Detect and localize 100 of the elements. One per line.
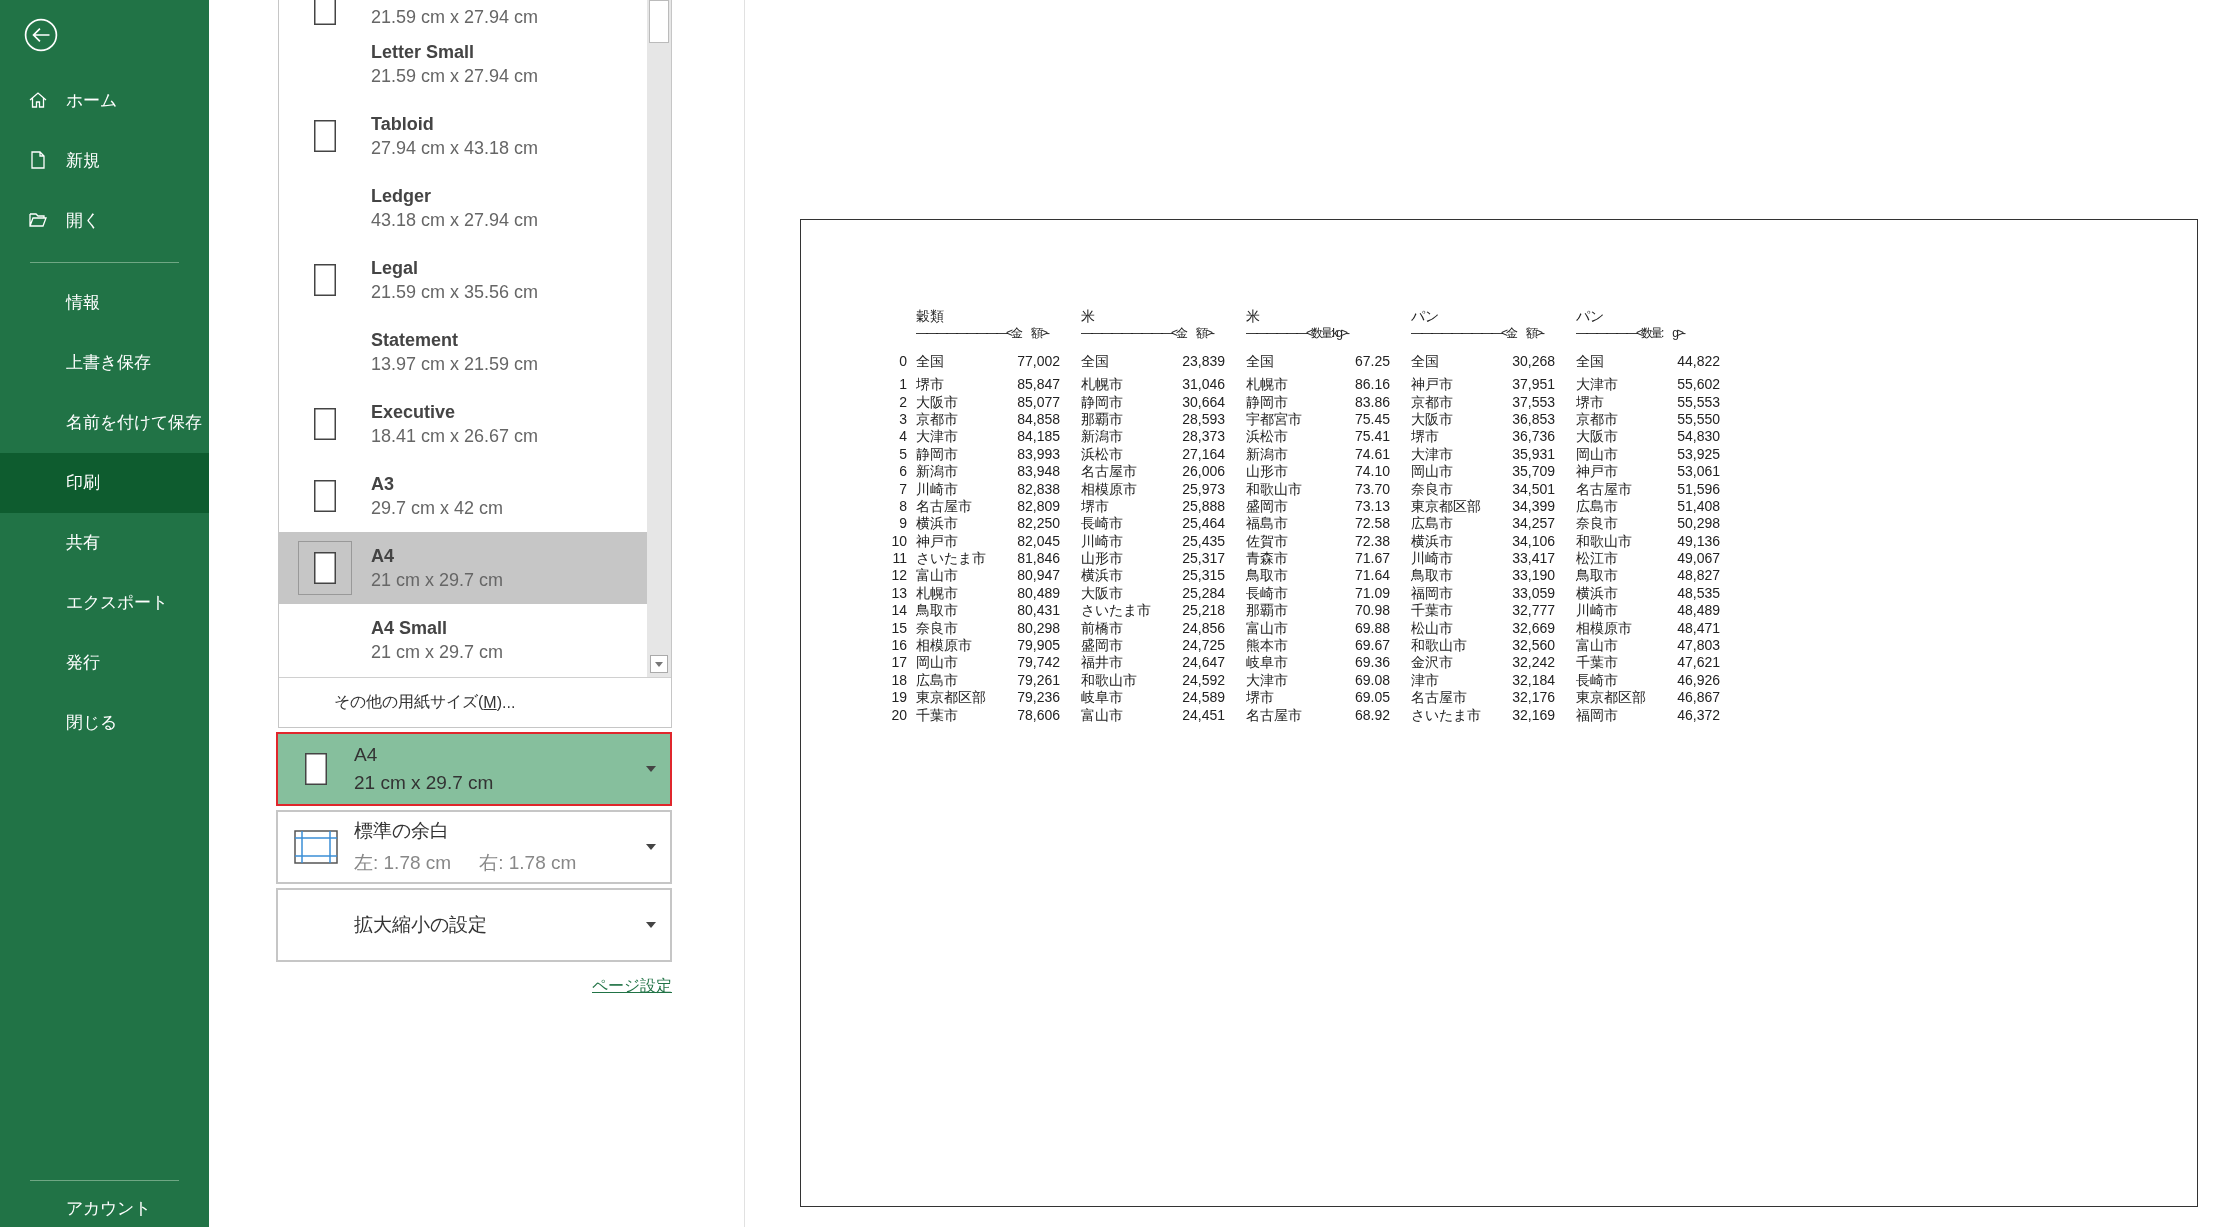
value-cell: 46,926 <box>1677 671 1720 690</box>
city-name: 佐賀市 <box>1246 532 1288 551</box>
column-heading: ――――――<数量: g>- <box>1576 325 1685 343</box>
nav-item[interactable]: ホーム <box>0 70 209 130</box>
value-cell: 36,853 <box>1512 410 1555 429</box>
city-name: 全国 <box>1081 352 1109 371</box>
city-name: 横浜市 <box>1411 532 1453 551</box>
value-cell: 73.70 <box>1354 480 1390 498</box>
value-cell: 34,106 <box>1512 532 1555 551</box>
value-cell: 71.64 <box>1354 567 1390 585</box>
paper-size-option[interactable]: 21.59 cm x 27.94 cm <box>279 0 647 28</box>
row-number: 0 <box>899 352 907 369</box>
back-icon[interactable] <box>24 18 58 52</box>
value-cell: 82,838 <box>1017 480 1060 498</box>
city-name: 大阪市 <box>1081 584 1123 603</box>
city-name: 名古屋市 <box>1576 480 1632 498</box>
value-cell: 46,867 <box>1677 689 1720 707</box>
value-cell: 32,777 <box>1512 602 1555 620</box>
value-cell: 51,408 <box>1677 497 1720 516</box>
scrollbar[interactable] <box>647 0 671 678</box>
margins-dropdown[interactable]: 標準の余白 左: 1.78 cm 右: 1.78 cm <box>276 810 672 884</box>
paper-dropdown[interactable]: A4 21 cm x 29.7 cm <box>276 732 672 806</box>
nav-item[interactable]: 名前を付けて保存 <box>0 393 209 453</box>
paper-size-option[interactable]: A3 29.7 cm x 42 cm <box>279 460 647 532</box>
city-name: 和歌山市 <box>1411 637 1467 655</box>
value-cell: 28,373 <box>1182 428 1225 446</box>
nav-item[interactable]: 共有 <box>0 513 209 573</box>
nav-item[interactable]: 開く <box>0 190 209 250</box>
nav-item[interactable]: 印刷 <box>0 453 209 513</box>
page-setup-link[interactable]: ページ設定 <box>592 976 672 997</box>
city-name: 長崎市 <box>1081 515 1123 533</box>
value-cell: 72.58 <box>1354 515 1390 533</box>
city-name: 神戸市 <box>916 532 958 551</box>
city-name: 川崎市 <box>1081 532 1123 551</box>
value-cell: 24,589 <box>1182 689 1225 707</box>
row-number: 3 <box>899 410 907 427</box>
city-name: 全国 <box>1411 352 1439 371</box>
value-cell: 80,431 <box>1017 602 1060 620</box>
more-paper-sizes-option[interactable]: その他の用紙サイズ(M)... <box>279 678 671 727</box>
paper-size-option[interactable]: A4 21 cm x 29.7 cm <box>279 532 647 604</box>
page-icon <box>314 552 336 584</box>
row-number: 12 <box>891 567 907 584</box>
city-name: 山形市 <box>1081 550 1123 568</box>
city-name: 相模原市 <box>1081 480 1137 498</box>
paper-size-option[interactable]: Legal 21.59 cm x 35.56 cm <box>279 244 647 316</box>
city-name: 静岡市 <box>1246 393 1288 411</box>
nav-item[interactable]: エクスポート <box>0 573 209 633</box>
value-cell: 79,905 <box>1017 637 1060 655</box>
value-cell: 23,839 <box>1182 352 1225 371</box>
city-name: 静岡市 <box>1081 393 1123 411</box>
row-number: 11 <box>892 550 907 567</box>
value-cell: 26,006 <box>1182 463 1225 481</box>
value-cell: 24,451 <box>1182 706 1225 724</box>
value-cell: 25,317 <box>1182 550 1225 568</box>
nav-item[interactable]: 閉じる <box>0 693 209 753</box>
scroll-thumb[interactable] <box>649 0 669 43</box>
scroll-down-icon[interactable] <box>650 655 668 674</box>
paper-size-option[interactable]: Letter Small 21.59 cm x 27.94 cm <box>279 28 647 100</box>
value-cell: 51,596 <box>1677 480 1720 498</box>
city-name: 盛岡市 <box>1246 497 1288 516</box>
value-cell: 54,830 <box>1677 428 1720 446</box>
value-cell: 83.86 <box>1354 393 1390 411</box>
city-name: 岡山市 <box>1576 445 1618 464</box>
row-number: 19 <box>891 689 907 706</box>
value-cell: 49,067 <box>1677 550 1720 568</box>
paper-size-option[interactable]: Executive 18.41 cm x 26.67 cm <box>279 388 647 460</box>
city-name: 福井市 <box>1081 654 1123 672</box>
value-cell: 67.25 <box>1354 352 1390 371</box>
value-cell: 32,560 <box>1512 637 1555 655</box>
city-name: 横浜市 <box>1081 567 1123 585</box>
row-number: 17 <box>891 654 907 671</box>
scale-dropdown[interactable]: 拡大縮小の設定 <box>276 888 672 962</box>
value-cell: 83,993 <box>1017 445 1060 464</box>
value-cell: 85,077 <box>1017 393 1060 411</box>
nav-item[interactable]: 情報 <box>0 273 209 333</box>
row-number: 7 <box>899 480 907 497</box>
paper-size-option[interactable]: Ledger 43.18 cm x 27.94 cm <box>279 172 647 244</box>
value-cell: 82,045 <box>1017 532 1060 551</box>
value-cell: 75.45 <box>1354 410 1390 429</box>
nav-item[interactable]: 上書き保存 <box>0 333 209 393</box>
value-cell: 79,261 <box>1017 671 1060 690</box>
nav-item[interactable]: 新規 <box>0 130 209 190</box>
city-name: さいたま市 <box>1081 602 1151 620</box>
nav-item[interactable]: 発行 <box>0 633 209 693</box>
column-title: 米 <box>1081 308 1095 326</box>
caret-icon <box>646 844 656 850</box>
city-name: 富山市 <box>1081 706 1123 724</box>
city-name: 浜松市 <box>1246 428 1288 446</box>
row-number: 20 <box>891 706 907 723</box>
value-cell: 48,535 <box>1677 584 1720 603</box>
city-name: 長崎市 <box>1576 671 1618 690</box>
paper-size-option[interactable]: Tabloid 27.94 cm x 43.18 cm <box>279 100 647 172</box>
row-number: 14 <box>891 602 907 619</box>
paper-size-option[interactable]: Statement 13.97 cm x 21.59 cm <box>279 316 647 388</box>
nav-item[interactable]: アカウント <box>0 1191 209 1227</box>
value-cell: 83,948 <box>1017 463 1060 481</box>
row-number: 2 <box>899 393 907 410</box>
value-cell: 33,059 <box>1512 584 1555 603</box>
city-name: 奈良市 <box>1576 515 1618 533</box>
paper-size-option[interactable]: A4 Small 21 cm x 29.7 cm <box>279 604 647 676</box>
